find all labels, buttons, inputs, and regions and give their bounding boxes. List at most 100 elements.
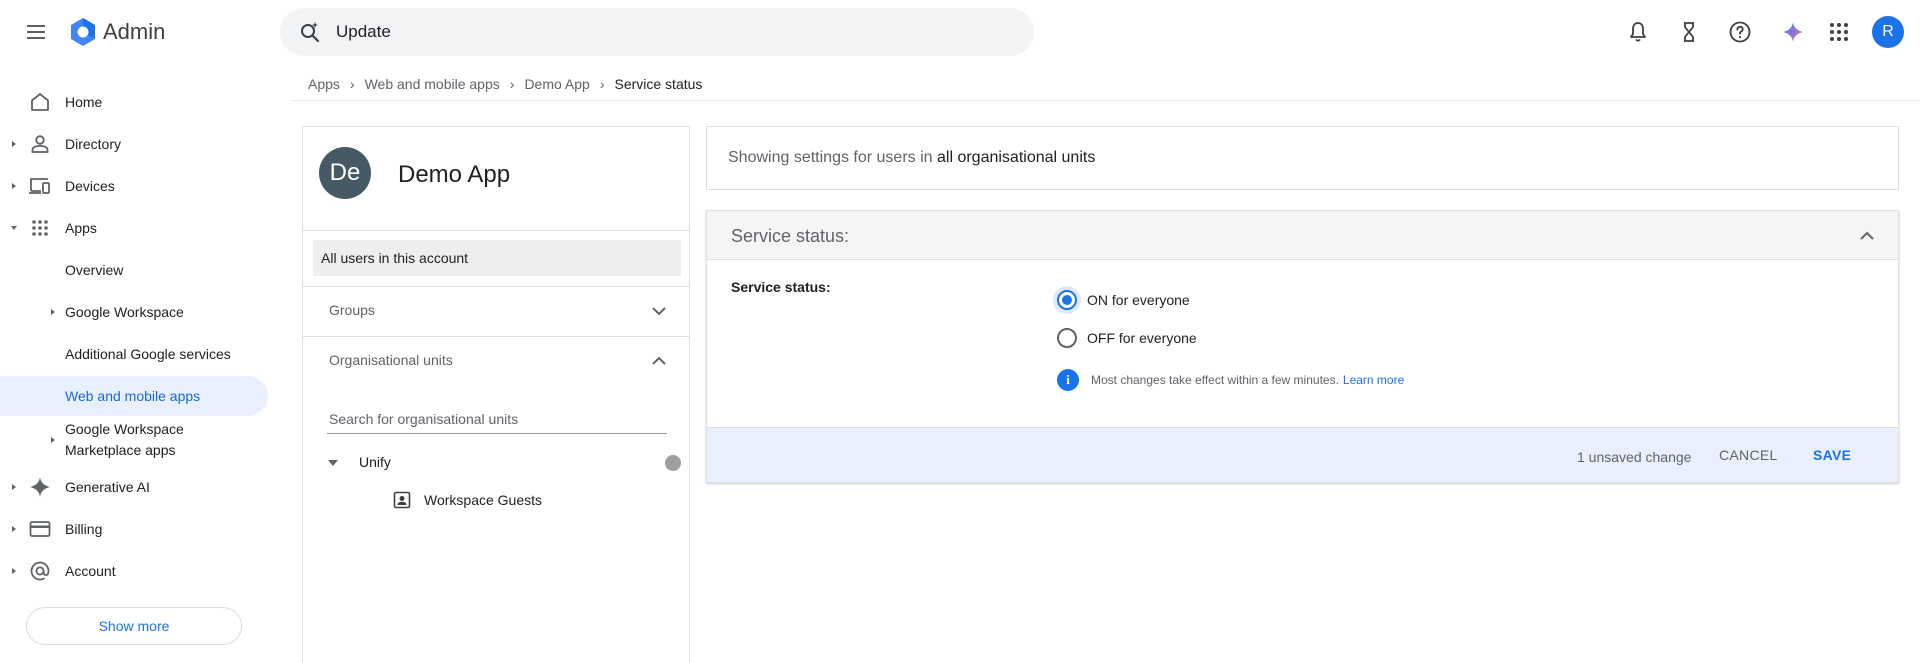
tree-item-label: Workspace Guests <box>424 492 543 508</box>
search-sparkle-icon <box>301 22 320 43</box>
radio-option-off[interactable]: OFF for everyone <box>1057 326 1257 350</box>
guest-badge-icon <box>393 491 411 509</box>
breadcrumb-divider <box>290 100 1920 101</box>
card-footer: 1 unsaved change CANCEL SAVE <box>707 427 1898 482</box>
service-status-card: Service status: Service status: ON for e… <box>706 210 1899 483</box>
caret-right-icon <box>12 484 16 490</box>
scope-value: all organisational units <box>937 149 1096 166</box>
radio-label: ON for everyone <box>1087 292 1190 308</box>
sidebar-item-overview[interactable]: Overview <box>0 250 268 290</box>
learn-more-link[interactable]: Learn more <box>1343 373 1404 387</box>
breadcrumb: Apps › Web and mobile apps › Demo App › … <box>308 74 702 94</box>
sidebar-item-additional-google-services[interactable]: Additional Google services <box>0 334 268 374</box>
sidebar-item-label: Web and mobile apps <box>65 388 201 404</box>
org-units-section-header[interactable]: Organisational units <box>303 337 689 385</box>
breadcrumb-chevron-icon: › <box>349 76 355 92</box>
radio-label: OFF for everyone <box>1087 330 1197 346</box>
breadcrumb-chevron-icon: › <box>509 76 515 92</box>
sidebar-item-label: Account <box>65 563 116 579</box>
org-units-label: Organisational units <box>329 352 453 368</box>
gemini-sparkle-icon[interactable] <box>1781 20 1805 44</box>
credit-card-icon <box>29 521 51 537</box>
home-icon <box>31 93 49 111</box>
sidebar-item-label: Google Workspace <box>65 421 184 437</box>
devices-icon <box>29 178 50 194</box>
sidebar-item-label: Apps <box>65 220 97 236</box>
tree-item-workspace-guests[interactable]: Workspace Guests <box>393 489 653 513</box>
radio-option-on[interactable]: ON for everyone <box>1057 288 1257 312</box>
card-title: Service status: <box>731 226 850 246</box>
divider <box>303 230 689 231</box>
apps-launcher-icon[interactable] <box>1827 20 1851 44</box>
breadcrumb-current: Service status <box>614 76 703 92</box>
info-text-wrapper: Most changes take effect within a few mi… <box>1091 373 1404 387</box>
caret-right-icon <box>51 309 55 315</box>
scope-banner: Showing settings for users in all organi… <box>706 126 1899 190</box>
sidebar-item-web-and-mobile-apps[interactable]: Web and mobile apps <box>0 376 268 416</box>
caret-right-icon <box>12 183 16 189</box>
admin-logo-icon <box>71 18 95 46</box>
app-avatar: De <box>319 147 371 199</box>
apps-grid-icon <box>32 220 48 236</box>
caret-right-icon <box>12 141 16 147</box>
card-header[interactable]: Service status: <box>707 211 1898 260</box>
breadcrumb-web-and-mobile-apps[interactable]: Web and mobile apps <box>365 76 500 92</box>
cancel-button[interactable]: CANCEL <box>1707 440 1790 470</box>
all-users-item[interactable]: All users in this account <box>313 240 681 276</box>
save-button[interactable]: SAVE <box>1801 440 1863 470</box>
show-more-button[interactable]: Show more <box>26 607 242 645</box>
sidebar-item-generative-ai[interactable]: Generative AI <box>0 467 268 507</box>
sidebar-item-google-workspace[interactable]: Google Workspace <box>0 292 268 332</box>
sidebar-item-label: Devices <box>65 178 115 194</box>
caret-down-icon[interactable] <box>327 457 339 469</box>
breadcrumb-demo-app[interactable]: Demo App <box>524 76 589 92</box>
org-unit-search-input[interactable] <box>327 404 667 434</box>
unsaved-changes-text: 1 unsaved change <box>1577 449 1692 465</box>
sidebar-item-directory[interactable]: Directory <box>0 124 268 164</box>
top-bar: Admin R <box>0 0 1920 64</box>
chevron-down-icon <box>652 307 666 316</box>
sparkle-icon <box>30 477 50 497</box>
account-avatar[interactable]: R <box>1872 16 1904 48</box>
breadcrumb-chevron-icon: › <box>599 76 605 92</box>
notifications-bell-icon[interactable] <box>1626 20 1650 44</box>
groups-label: Groups <box>329 302 375 318</box>
breadcrumb-apps[interactable]: Apps <box>308 76 340 92</box>
caret-down-icon <box>11 226 17 230</box>
sidebar-item-label: Generative AI <box>65 479 150 495</box>
sidebar-item-label: Additional Google services <box>65 346 231 362</box>
sidebar-item-account[interactable]: Account <box>0 551 268 591</box>
tasks-hourglass-icon[interactable] <box>1677 20 1701 44</box>
caret-right-icon <box>12 568 16 574</box>
groups-section-header[interactable]: Groups <box>303 287 689 335</box>
caret-right-icon <box>12 526 16 532</box>
radio-button-checked[interactable] <box>1057 290 1077 310</box>
app-title: Demo App <box>398 161 511 188</box>
chevron-up-icon[interactable] <box>1858 227 1876 245</box>
chevron-up-icon <box>652 356 666 365</box>
field-label: Service status: <box>731 279 831 295</box>
search-input[interactable] <box>336 18 996 46</box>
main-menu-icon[interactable] <box>24 20 48 44</box>
info-text: Most changes take effect within a few mi… <box>1091 373 1339 387</box>
sidebar-item-apps[interactable]: Apps <box>0 208 268 248</box>
sidebar-item-home[interactable]: Home <box>0 82 268 122</box>
info-icon: i <box>1057 369 1079 391</box>
search-bar[interactable] <box>280 8 1034 56</box>
sidebar-item-billing[interactable]: Billing <box>0 509 268 549</box>
help-icon[interactable] <box>1728 20 1752 44</box>
person-icon <box>31 135 49 153</box>
sidebar-item-label: Directory <box>65 136 122 152</box>
caret-right-icon <box>51 437 55 443</box>
sidebar-item-label: Overview <box>65 262 124 278</box>
app-name: Admin <box>103 19 166 44</box>
sidebar-item-label: Billing <box>65 521 103 537</box>
at-sign-icon <box>30 561 50 581</box>
sidebar-item-label: Home <box>65 94 103 110</box>
scope-text: Showing settings for users in all organi… <box>728 149 1095 167</box>
tree-item-unify[interactable]: Unify <box>327 451 681 475</box>
radio-button[interactable] <box>1057 328 1077 348</box>
scope-prefix: Showing settings for users in <box>728 149 937 166</box>
sidebar-item-devices[interactable]: Devices <box>0 166 268 206</box>
sidebar-item-marketplace-apps[interactable]: Google Workspace Marketplace apps <box>0 418 268 462</box>
